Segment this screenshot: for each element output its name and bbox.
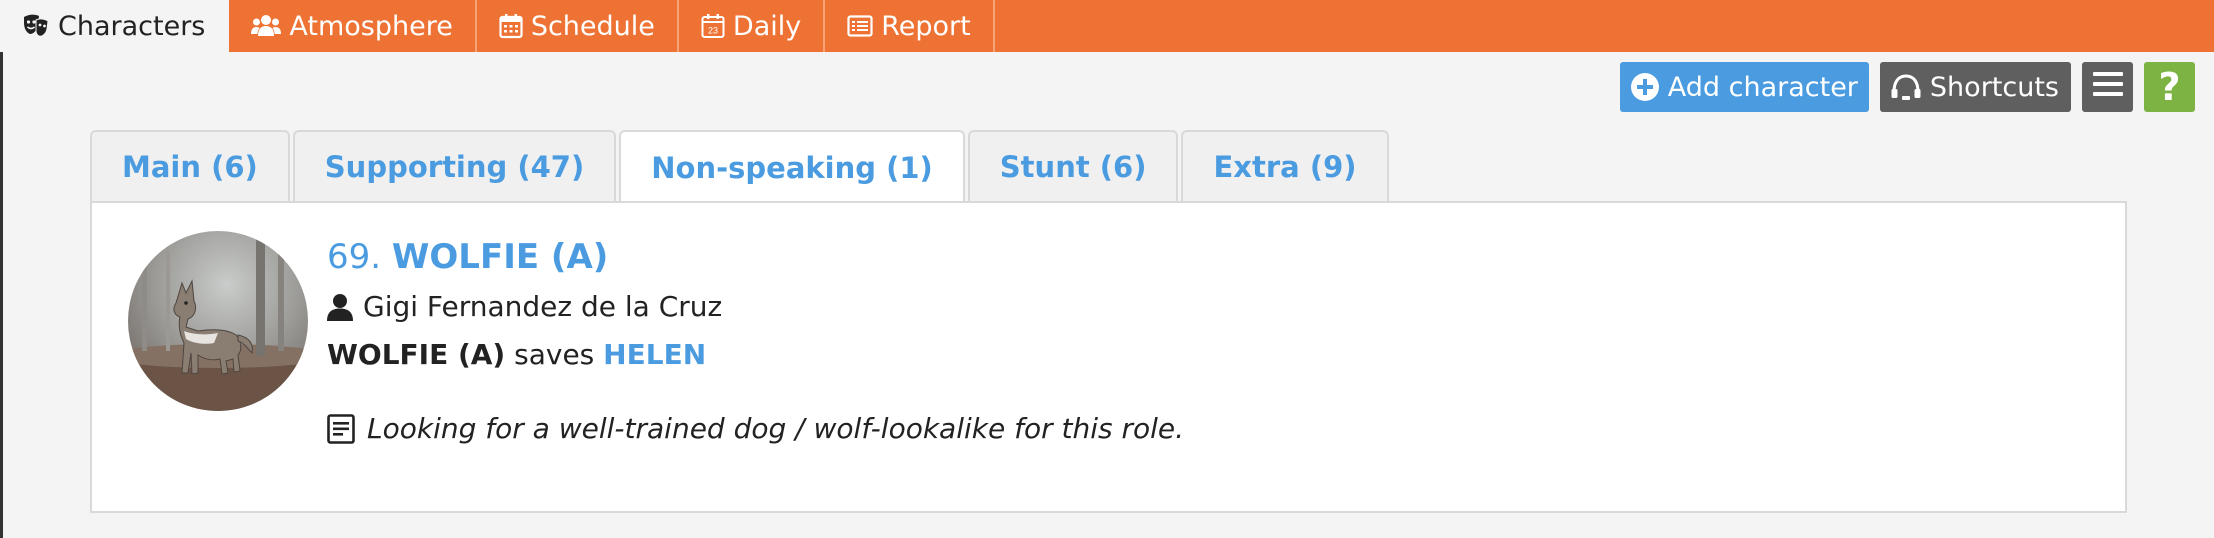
shortcuts-button[interactable]: Shortcuts [1879,62,2071,112]
note-icon [327,414,355,444]
nav-atmosphere[interactable]: Atmosphere [229,0,477,52]
headset-icon [1890,72,1922,102]
actor-row: Gigi Fernandez de la Cruz [327,283,1184,331]
actor-name: Gigi Fernandez de la Cruz [363,290,723,323]
character-avatar[interactable] [128,231,308,411]
tab-main[interactable]: Main (6) [90,130,290,202]
plus-circle-icon [1630,72,1660,102]
menu-button[interactable] [2082,62,2133,112]
nav-daily[interactable]: 23 Daily [679,0,826,52]
top-nav: Characters Atmosphere Schedule 23 Daily … [0,0,2214,52]
character-category-tabs: Main (6) Supporting (47) Non-speaking (1… [90,130,1389,204]
user-icon [327,293,353,321]
add-character-label: Add character [1667,71,1858,103]
add-character-button[interactable]: Add character [1619,62,1869,112]
nav-label: Characters [58,10,206,42]
character-name: WOLFIE (A) [391,237,609,277]
users-icon [251,14,282,38]
calendar-icon [499,13,523,39]
relation-verb: saves [514,338,595,371]
help-button[interactable]: ? [2144,62,2195,112]
nav-label: Daily [732,10,802,42]
nav-label: Atmosphere [289,10,453,42]
character-list-panel: 69. WOLFIE (A) Gigi Fernandez de la Cruz… [90,201,2127,513]
hamburger-icon [2092,71,2123,104]
window-edge [0,0,3,538]
tab-supporting[interactable]: Supporting (47) [292,130,617,202]
character-title[interactable]: 69. WOLFIE (A) [327,233,1184,281]
tab-extra[interactable]: Extra (9) [1181,130,1389,202]
list-alt-icon [847,15,873,37]
svg-text:23: 23 [708,26,718,36]
tab-non-speaking[interactable]: Non-speaking (1) [619,130,965,204]
shortcuts-label: Shortcuts [1929,71,2059,103]
character-number: 69. [327,237,382,277]
nav-characters[interactable]: Characters [0,0,230,52]
nav-label: Schedule [530,10,655,42]
nav-schedule[interactable]: Schedule [477,0,679,52]
theater-masks-icon [22,14,50,38]
character-info: 69. WOLFIE (A) Gigi Fernandez de la Cruz… [327,233,1184,449]
question-icon: ? [2158,65,2181,109]
note-text: Looking for a well-trained dog / wolf-lo… [367,412,1185,445]
tab-stunt[interactable]: Stunt (6) [967,130,1179,202]
relation-object-link[interactable]: HELEN [603,338,706,371]
character-relation: WOLFIE (A) saves HELEN [327,331,1184,379]
toolbar: Add character Shortcuts ? [1619,62,2195,112]
character-note: Looking for a well-trained dog / wolf-lo… [327,409,1184,449]
relation-subject: WOLFIE (A) [327,338,506,371]
nav-report[interactable]: Report [825,0,995,52]
nav-label: Report [881,10,971,42]
calendar-day-icon: 23 [701,13,725,39]
